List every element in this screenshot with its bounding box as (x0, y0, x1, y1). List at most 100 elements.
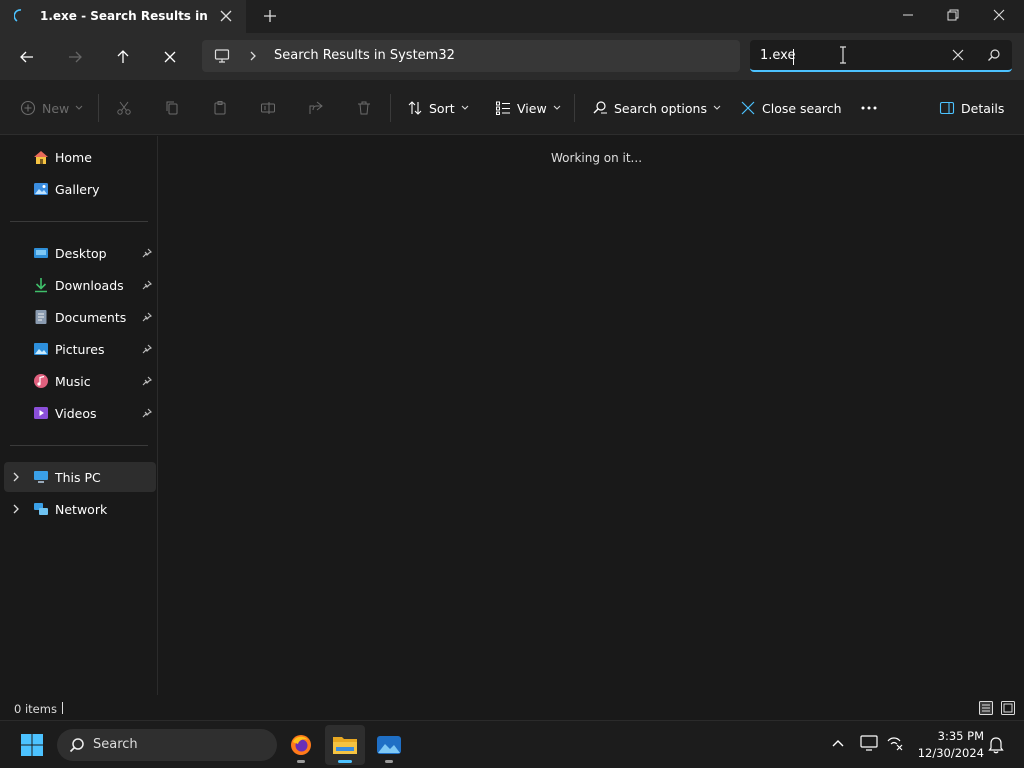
videos-icon (33, 405, 49, 421)
text-caret (793, 49, 794, 65)
sidebar-item-home[interactable]: Home (4, 143, 156, 171)
sidebar-item-downloads[interactable]: Downloads (4, 271, 156, 299)
paste-button[interactable] (212, 97, 228, 119)
chevron-up-icon[interactable] (832, 738, 844, 748)
sidebar-divider (10, 221, 148, 222)
share-button[interactable] (308, 97, 324, 119)
running-indicator (297, 760, 305, 763)
details-label: Details (961, 100, 1005, 116)
pictures-icon (33, 341, 49, 357)
close-search-button[interactable]: Close search (740, 97, 842, 119)
cut-button[interactable] (116, 97, 132, 119)
pin-icon[interactable] (142, 376, 152, 386)
new-button[interactable]: New (20, 97, 83, 119)
chevron-down-icon (713, 105, 721, 111)
sidebar-item-label: Videos (55, 406, 97, 421)
desktop-folder-icon (33, 245, 49, 261)
sidebar-item-gallery[interactable]: Gallery (4, 175, 156, 203)
file-list-area[interactable]: Working on it... (159, 136, 1024, 695)
tab-close-icon[interactable] (218, 8, 234, 24)
taskbar-app-file-explorer[interactable] (325, 725, 365, 765)
details-view-icon[interactable] (978, 700, 994, 716)
view-button[interactable]: View (495, 97, 561, 119)
start-button[interactable] (12, 725, 52, 765)
address-path[interactable]: Search Results in System32 (274, 48, 455, 63)
close-window-button[interactable] (976, 0, 1022, 30)
close-search-label: Close search (762, 100, 842, 116)
computer-icon (214, 48, 230, 64)
chevron-right-icon[interactable] (11, 472, 21, 482)
navigation-pane: Home Gallery Desktop Downloads Documents… (0, 136, 158, 695)
tab-title: 1.exe - Search Results in System32 (40, 9, 208, 23)
search-icon[interactable] (987, 48, 1001, 62)
up-button[interactable] (111, 45, 135, 69)
new-tab-icon[interactable] (262, 8, 278, 24)
pin-icon[interactable] (142, 312, 152, 322)
pin-icon[interactable] (142, 408, 152, 418)
delete-button[interactable] (356, 97, 372, 119)
large-icons-view-icon[interactable] (1000, 700, 1016, 716)
search-options-icon (592, 100, 608, 116)
chevron-down-icon (461, 105, 469, 111)
address-bar[interactable]: Search Results in System32 (202, 40, 740, 72)
pin-icon[interactable] (142, 344, 152, 354)
trash-icon (356, 100, 372, 116)
cut-icon (116, 100, 132, 116)
sidebar-item-documents[interactable]: Documents (4, 303, 156, 331)
sidebar-item-network[interactable]: Network (4, 495, 156, 523)
sort-label: Sort (429, 100, 455, 116)
restore-icon (947, 9, 959, 21)
toolbar-divider (98, 94, 99, 122)
back-button[interactable] (15, 45, 39, 69)
rename-button[interactable] (260, 97, 276, 119)
search-options-button[interactable]: Search options (592, 97, 721, 119)
sidebar-item-pictures[interactable]: Pictures (4, 335, 156, 363)
sidebar-item-label: Gallery (55, 182, 100, 197)
downloads-icon (33, 277, 49, 293)
share-icon (308, 100, 324, 116)
search-progress-message: Working on it... (551, 151, 643, 165)
notification-bell-icon[interactable] (988, 736, 1004, 754)
stop-button[interactable] (158, 45, 182, 69)
active-indicator (338, 760, 352, 763)
clock-date[interactable]: 12/30/2024 (914, 746, 984, 760)
see-more-button[interactable] (860, 97, 878, 119)
plus-circle-icon (20, 100, 36, 116)
minimize-icon (902, 9, 914, 21)
minimize-button[interactable] (885, 0, 931, 30)
sidebar-item-desktop[interactable]: Desktop (4, 239, 156, 267)
active-tab[interactable]: 1.exe - Search Results in System32 (0, 0, 246, 33)
status-bar: 0 items (0, 695, 1024, 720)
details-button[interactable]: Details (939, 97, 1004, 119)
restore-button[interactable] (930, 0, 976, 30)
taskbar-app-firefox[interactable] (281, 725, 321, 765)
pin-icon[interactable] (142, 248, 152, 258)
clock-time[interactable]: 3:35 PM (918, 729, 984, 743)
sidebar-item-music[interactable]: Music (4, 367, 156, 395)
sidebar-item-this-pc[interactable]: This PC (4, 462, 156, 492)
documents-icon (33, 309, 49, 325)
copy-icon (164, 100, 180, 116)
loading-spinner-icon (14, 9, 28, 23)
copy-button[interactable] (164, 97, 180, 119)
chevron-right-icon[interactable] (248, 50, 258, 62)
search-input[interactable]: 1.exe (750, 40, 1012, 72)
status-divider (62, 702, 63, 714)
clear-search-icon[interactable] (952, 49, 964, 61)
search-value: 1.exe (760, 48, 796, 63)
sidebar-divider (10, 445, 148, 446)
taskbar-search-box[interactable]: Search (57, 729, 277, 761)
taskbar-app-photos[interactable] (369, 725, 409, 765)
pin-icon[interactable] (142, 280, 152, 290)
file-explorer-icon (332, 734, 358, 756)
search-options-label: Search options (614, 100, 707, 116)
forward-button[interactable] (63, 45, 87, 69)
taskbar-search-label: Search (93, 737, 138, 752)
sidebar-item-label: Desktop (55, 246, 107, 261)
network-disconnected-icon[interactable] (886, 735, 904, 751)
sort-button[interactable]: Sort (407, 97, 469, 119)
display-icon[interactable] (860, 735, 878, 751)
chevron-right-icon[interactable] (11, 504, 21, 514)
sidebar-item-label: Pictures (55, 342, 105, 357)
sidebar-item-videos[interactable]: Videos (4, 399, 156, 427)
